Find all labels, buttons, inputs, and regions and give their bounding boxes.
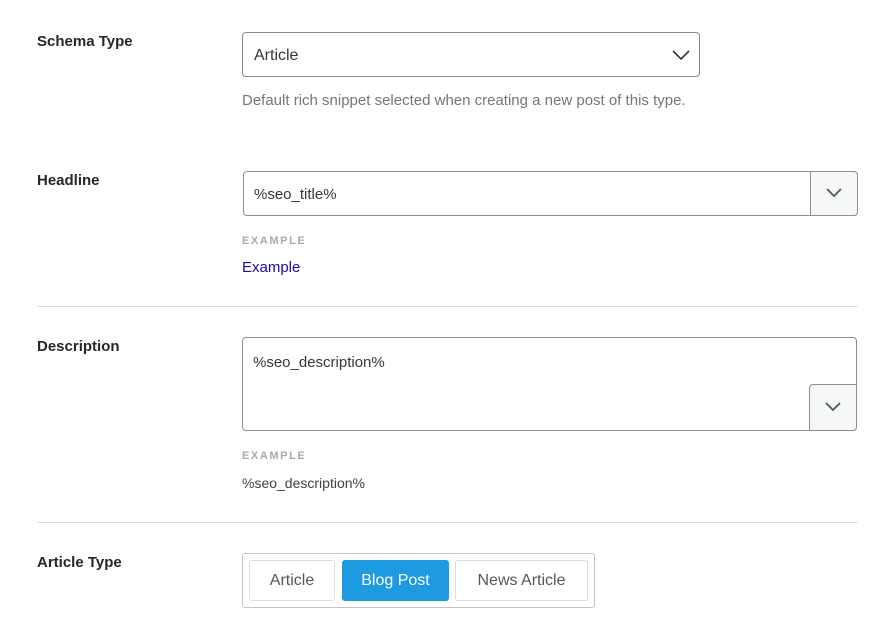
schema-type-selected-value: Article xyxy=(254,47,299,64)
chevron-down-icon xyxy=(825,402,841,412)
headline-label: Headline xyxy=(37,172,100,189)
description-variables-button[interactable] xyxy=(809,384,857,431)
description-example-label: EXAMPLE xyxy=(242,450,307,462)
chevron-down-icon xyxy=(826,188,842,198)
headline-example-label: EXAMPLE xyxy=(242,235,307,247)
schema-type-select[interactable]: Article xyxy=(242,32,700,77)
description-textarea-value: %seo_description% xyxy=(253,354,385,371)
headline-field[interactable]: %seo_title% xyxy=(243,171,858,216)
headline-variables-button[interactable] xyxy=(810,171,858,216)
section-divider xyxy=(37,306,858,307)
section-divider xyxy=(37,522,858,523)
article-type-label: Article Type xyxy=(37,554,122,571)
description-textarea[interactable]: %seo_description% xyxy=(242,337,857,431)
article-type-option-news-article[interactable]: News Article xyxy=(455,560,588,601)
article-type-option-blog-post[interactable]: Blog Post xyxy=(342,560,449,601)
headline-example-value[interactable]: Example xyxy=(242,259,300,276)
article-type-option-article[interactable]: Article xyxy=(249,560,335,601)
description-example-value: %seo_description% xyxy=(242,475,365,491)
headline-input-value: %seo_title% xyxy=(254,186,337,203)
description-label: Description xyxy=(37,338,120,355)
schema-type-help-text: Default rich snippet selected when creat… xyxy=(242,92,686,109)
schema-type-label: Schema Type xyxy=(37,33,133,50)
article-type-toggle-group: Article Blog Post News Article xyxy=(242,553,595,608)
chevron-down-icon xyxy=(672,50,690,61)
